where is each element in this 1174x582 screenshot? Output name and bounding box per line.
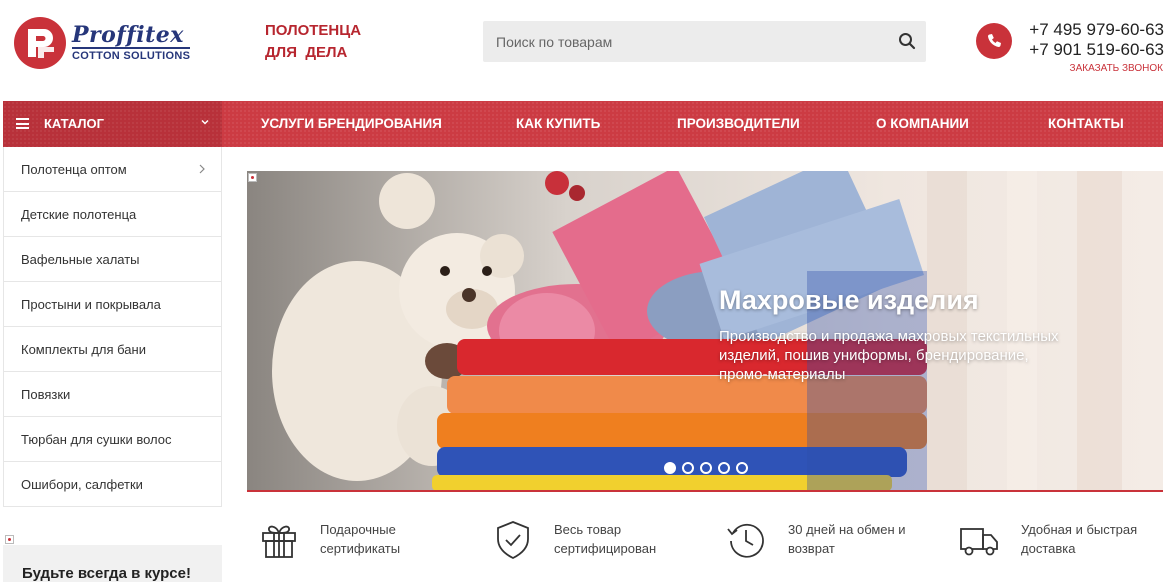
phone-number-2[interactable]: +7 901 519-60-63 [1019,40,1164,60]
catalog-label: КАТАЛОГ [44,116,104,131]
sidebar-item-label: Полотенца оптом [21,162,127,177]
nav-item-branding[interactable]: УСЛУГИ БРЕНДИРОВАНИЯ [261,116,442,131]
sidebar-item-bath-sets[interactable]: Комплекты для бани [3,327,222,372]
logo[interactable]: Proffitex COTTON SOLUTIONS [14,17,191,69]
sidebar-item-label: Тюрбан для сушки волос [21,432,172,447]
nav-item-about[interactable]: О КОМПАНИИ [876,116,969,131]
banner-divider [247,490,1163,492]
logo-title: Proffitex [72,21,184,48]
sidebar-item-oshibori[interactable]: Ошибори, салфетки [3,462,222,507]
feature-certified-text: Весь товар сертифицирован [554,522,657,556]
sidebar-item-label: Ошибори, салфетки [21,477,143,492]
banner-description: Производство и продажа махровых текстиль… [719,328,1059,383]
slider-dot-3[interactable] [700,462,712,474]
phone-numbers: +7 495 979-60-63 +7 901 519-60-63 [1019,20,1164,60]
feature-return-text: 30 дней на обмен и возврат [788,522,906,556]
truck-icon [960,528,998,556]
shield-check-icon [497,521,529,560]
nav-item-how-to-buy[interactable]: КАК КУПИТЬ [516,116,600,131]
tagline: ПОЛОТЕНЦА ДЛЯ ДЕЛА [265,20,361,64]
sidebar-item-label: Повязки [21,387,71,402]
chevron-down-icon [201,119,209,125]
slider-dot-1[interactable] [664,462,676,474]
phone-icon[interactable] [976,23,1012,59]
chevron-right-icon [199,164,205,174]
nav-item-contacts[interactable]: КОНТАКТЫ [1048,116,1124,131]
slider-dots [664,462,748,474]
gift-icon [262,525,296,558]
subscribe-block: Будьте всегда в курсе! [3,545,222,582]
catalog-button[interactable]: КАТАЛОГ [3,101,222,147]
slider-dot-5[interactable] [736,462,748,474]
banner-title: Махровые изделия [719,285,979,315]
menu-icon [16,118,29,129]
nav-item-manufacturers[interactable]: ПРОИЗВОДИТЕЛИ [677,116,800,131]
feature-gift-text: Подарочные сертификаты [320,522,401,556]
sidebar-item-label: Простыни и покрывала [21,297,161,312]
header: Proffitex COTTON SOLUTIONS ПОЛОТЕНЦА ДЛЯ… [0,0,1174,100]
main-nav: КАТАЛОГ УСЛУГИ БРЕНДИРОВАНИЯ КАК КУПИТЬ … [3,101,1163,147]
sidebar-item-towels-wholesale[interactable]: Полотенца оптом [3,147,222,192]
subscribe-title: Будьте всегда в курсе! [22,565,191,582]
search-input[interactable] [483,21,883,62]
sidebar-item-label: Детские полотенца [21,207,137,222]
tagline-line2: ДЛЯ ДЕЛА [265,44,348,61]
clock-icon [727,523,764,558]
catalog-sidebar: Полотенца оптом Детские полотенца Вафель… [3,147,222,507]
phone-number-1[interactable]: +7 495 979-60-63 [1019,20,1164,40]
broken-image-icon [248,173,257,182]
sidebar-item-hair-turban[interactable]: Тюрбан для сушки волос [3,417,222,462]
callback-link[interactable]: ЗАКАЗАТЬ ЗВОНОК [1050,63,1163,74]
sidebar-item-headbands[interactable]: Повязки [3,372,222,417]
slider-dot-4[interactable] [718,462,730,474]
logo-emblem-icon [14,17,66,69]
search-box [483,21,926,62]
sidebar-item-label: Комплекты для бани [21,342,146,357]
sidebar-item-sheets[interactable]: Простыни и покрывала [3,282,222,327]
search-icon[interactable] [898,32,916,50]
broken-image-icon [5,535,14,544]
slider-dot-2[interactable] [682,462,694,474]
sidebar-item-kids-towels[interactable]: Детские полотенца [3,192,222,237]
sidebar-item-waffle-robes[interactable]: Вафельные халаты [3,237,222,282]
logo-subtitle: COTTON SOLUTIONS [72,46,191,63]
tagline-line1: ПОЛОТЕНЦА [265,22,362,39]
feature-delivery-text: Удобная и быстрая доставка [1021,522,1138,556]
sidebar-item-label: Вафельные халаты [21,252,140,267]
